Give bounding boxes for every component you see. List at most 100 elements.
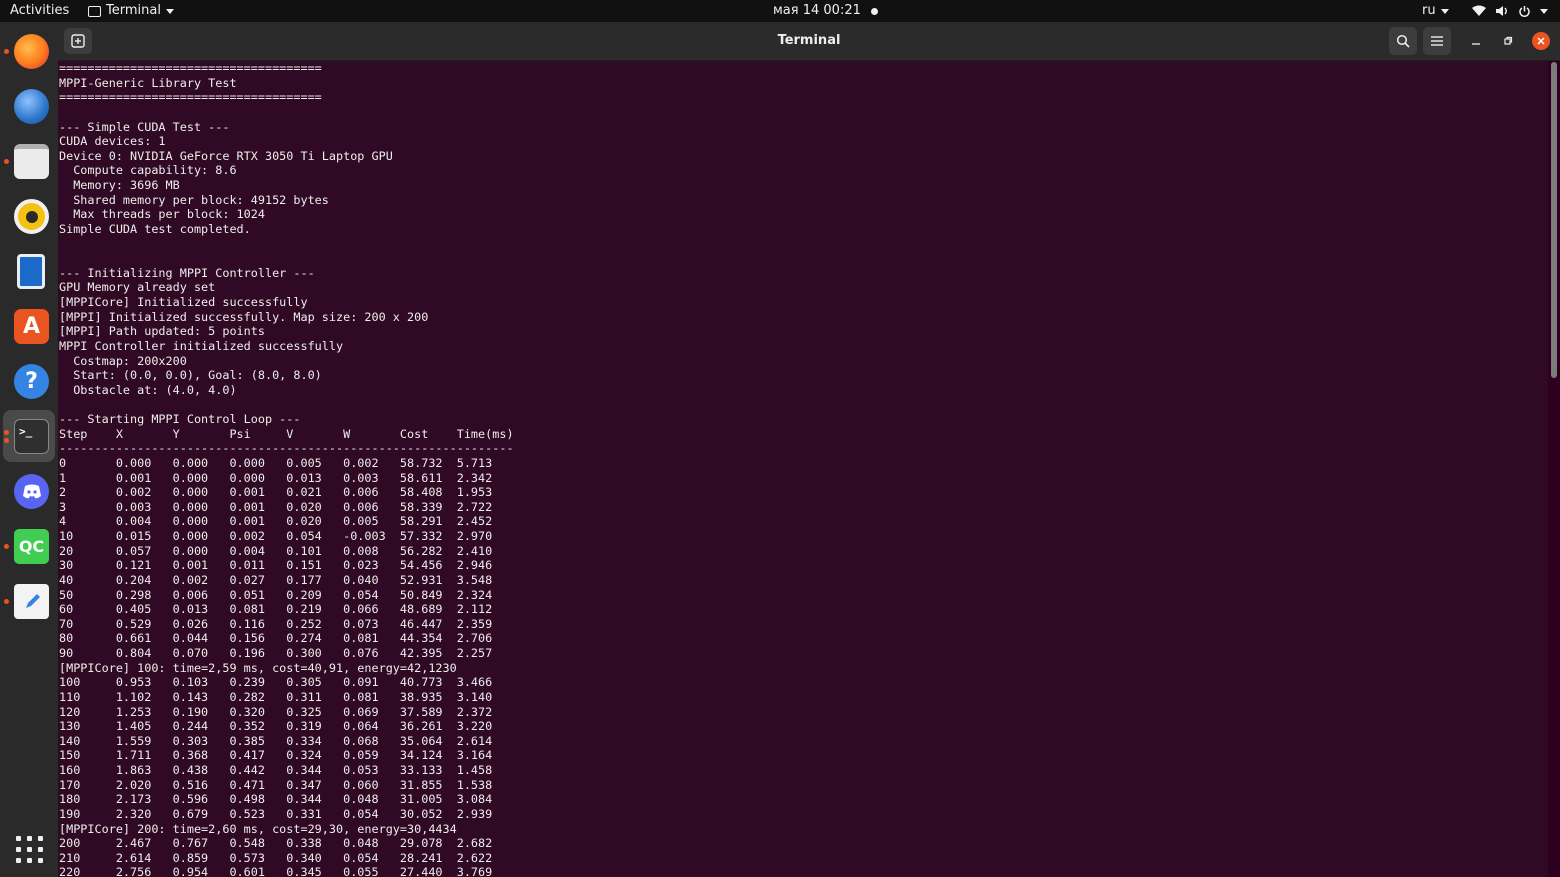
- dock-firefox[interactable]: [3, 25, 55, 77]
- caret-down-icon: [1540, 8, 1548, 14]
- terminal-text: ===================================== MP…: [58, 61, 1548, 877]
- terminal-line: CUDA devices: 1: [59, 134, 166, 149]
- terminal-line: Step X Y Psi V W Cost Time(ms): [59, 426, 514, 441]
- new-tab-icon: [71, 34, 85, 48]
- app-center-icon: A: [14, 309, 49, 344]
- caret-down-icon: [1440, 8, 1449, 14]
- new-tab-button[interactable]: [64, 28, 92, 54]
- terminal-line: 60 0.405 0.013 0.081 0.219 0.066 48.689 …: [59, 602, 493, 617]
- dock-rhythmbox[interactable]: [3, 190, 55, 242]
- running-indicator: [4, 49, 9, 54]
- terminal-line: 50 0.298 0.006 0.051 0.209 0.054 50.849 …: [59, 587, 493, 602]
- show-apps-grid-icon[interactable]: [16, 836, 43, 863]
- terminal-line: Device 0: NVIDIA GeForce RTX 3050 Ti Lap…: [59, 148, 393, 163]
- dock-terminal[interactable]: >_: [3, 410, 55, 462]
- keyboard-layout-indicator[interactable]: ru: [1422, 0, 1449, 22]
- terminal-line: 10 0.015 0.000 0.002 0.054 -0.003 57.332…: [59, 529, 493, 543]
- caret-down-icon: [165, 8, 174, 14]
- running-indicator: [4, 430, 9, 435]
- search-icon: [1396, 34, 1410, 48]
- clock[interactable]: мая 14 00:21: [773, 0, 878, 22]
- terminal-line: Obstacle at: (4.0, 4.0): [59, 382, 237, 397]
- top-bar: Activities Terminal мая 14 00:21 ru: [0, 0, 1560, 22]
- terminal-line: ----------------------------------------…: [59, 441, 514, 456]
- terminal-line: 170 2.020 0.516 0.471 0.347 0.060 31.855…: [59, 777, 493, 792]
- terminal-line: 180 2.173 0.596 0.498 0.344 0.048 31.005…: [59, 792, 493, 807]
- app-menu-label: Terminal: [106, 3, 161, 18]
- minimize-button[interactable]: [1466, 31, 1486, 51]
- terminal-line: 20 0.057 0.000 0.004 0.101 0.008 56.282 …: [59, 543, 493, 558]
- wifi-icon: [1472, 5, 1486, 16]
- terminal-line: 110 1.102 0.143 0.282 0.311 0.081 38.935…: [59, 689, 493, 704]
- notification-dot-icon: [870, 7, 878, 15]
- running-indicator: [4, 544, 9, 549]
- discord-icon: [14, 474, 49, 509]
- terminal-line: Start: (0.0, 0.0), Goal: (8.0, 8.0): [59, 368, 322, 383]
- terminal-line: =====================================: [59, 90, 322, 105]
- rhythmbox-icon: [14, 199, 49, 234]
- restore-icon: [1504, 36, 1513, 45]
- dock-app-center[interactable]: A: [3, 300, 55, 352]
- close-icon: [1537, 37, 1545, 45]
- terminal-line: 210 2.614 0.859 0.573 0.340 0.054 28.241…: [59, 850, 493, 865]
- dock: A ? >_ QC: [0, 22, 58, 877]
- app-menu[interactable]: Terminal: [88, 0, 174, 22]
- terminal-line: Costmap: 200x200: [59, 353, 187, 368]
- terminal-line: GPU Memory already set: [59, 280, 216, 295]
- running-indicator: [4, 159, 9, 164]
- terminal-line: 80 0.661 0.044 0.156 0.274 0.081 44.354 …: [59, 631, 493, 646]
- dock-libreoffice-writer[interactable]: [3, 245, 55, 297]
- terminal-line: 120 1.253 0.190 0.320 0.325 0.069 37.589…: [59, 704, 493, 719]
- terminal-output[interactable]: ===================================== MP…: [58, 61, 1548, 877]
- dock-text-editor[interactable]: [3, 575, 55, 627]
- dock-qt-creator[interactable]: QC: [3, 520, 55, 572]
- dock-help[interactable]: ?: [3, 355, 55, 407]
- terminal-line: [MPPICore] Initialized successfully: [59, 295, 308, 309]
- terminal-line: 4 0.004 0.000 0.001 0.020 0.005 58.291 2…: [59, 514, 493, 529]
- window-header: Terminal: [58, 22, 1560, 61]
- text-editor-icon: [14, 584, 49, 619]
- files-icon: [14, 144, 49, 179]
- system-tray[interactable]: [1472, 0, 1548, 22]
- terminal-line: --- Starting MPPI Control Loop ---: [59, 412, 301, 426]
- terminal-line: 200 2.467 0.767 0.548 0.338 0.048 29.078…: [59, 836, 493, 851]
- terminal-line: 70 0.529 0.026 0.116 0.252 0.073 46.447 …: [59, 616, 493, 631]
- help-icon: ?: [14, 364, 49, 399]
- qt-creator-icon: QC: [14, 529, 49, 564]
- dock-discord[interactable]: [3, 465, 55, 517]
- search-button[interactable]: [1389, 27, 1417, 55]
- maximize-button[interactable]: [1498, 31, 1518, 51]
- terminal-line: [MPPI] Initialized successfully. Map siz…: [59, 309, 429, 324]
- terminal-app-icon: [88, 5, 101, 17]
- terminal-line: Memory: 3696 MB: [59, 178, 180, 192]
- terminal-line: Compute capability: 8.6: [59, 163, 237, 178]
- activities-button[interactable]: Activities: [10, 0, 69, 22]
- terminal-icon: >_: [14, 419, 49, 454]
- terminal-line: 2 0.002 0.000 0.001 0.021 0.006 58.408 1…: [59, 485, 493, 500]
- terminal-scrollbar[interactable]: [1551, 62, 1557, 378]
- terminal-line: 100 0.953 0.103 0.239 0.305 0.091 40.773…: [59, 675, 493, 690]
- keyboard-layout-label: ru: [1422, 3, 1436, 18]
- terminal-line: 3 0.003 0.000 0.001 0.020 0.006 58.339 2…: [59, 499, 493, 514]
- terminal-line: MPPI-Generic Library Test: [59, 75, 237, 90]
- terminal-line: 90 0.804 0.070 0.196 0.300 0.076 42.395 …: [59, 646, 493, 660]
- terminal-line: =====================================: [59, 61, 322, 75]
- hamburger-menu-icon: [1431, 36, 1443, 46]
- terminal-line: 40 0.204 0.002 0.027 0.177 0.040 52.931 …: [59, 572, 493, 587]
- running-indicator: [4, 599, 9, 604]
- close-button[interactable]: [1532, 32, 1550, 50]
- terminal-line: 220 2.756 0.954 0.601 0.345 0.055 27.440…: [59, 865, 493, 877]
- dock-files[interactable]: [3, 135, 55, 187]
- running-indicator: [4, 438, 9, 443]
- firefox-icon: [14, 34, 49, 69]
- main-menu-button[interactable]: [1423, 27, 1451, 55]
- terminal-line: Max threads per block: 1024: [59, 207, 265, 222]
- terminal-line: 30 0.121 0.001 0.011 0.151 0.023 54.456 …: [59, 558, 493, 573]
- terminal-line: MPPI Controller initialized successfully: [59, 338, 344, 353]
- terminal-line: --- Initializing MPPI Controller ---: [59, 265, 315, 280]
- terminal-line: 190 2.320 0.679 0.523 0.331 0.054 30.052…: [59, 806, 493, 821]
- terminal-line: [MPPICore] 200: time=2,60 ms, cost=29,30…: [59, 821, 457, 836]
- window-title: Terminal: [777, 33, 841, 48]
- terminal-line: 1 0.001 0.000 0.000 0.013 0.003 58.611 2…: [59, 470, 493, 485]
- dock-thunderbird[interactable]: [3, 80, 55, 132]
